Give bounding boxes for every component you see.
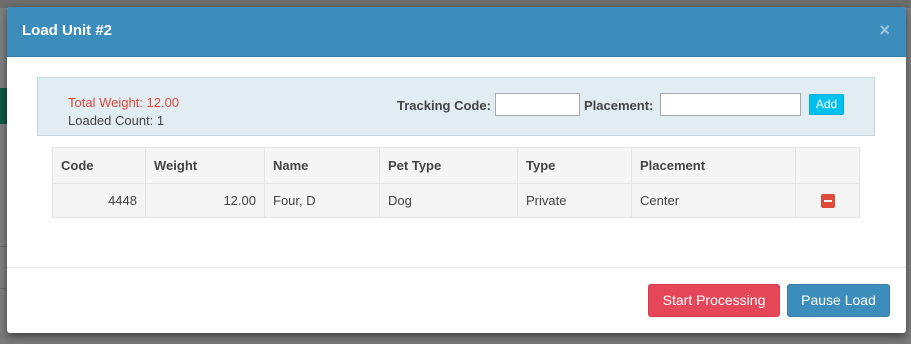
column-header-placement[interactable]: Placement — [631, 147, 796, 184]
total-weight-text: Total Weight: 12.00 — [68, 95, 180, 110]
column-header-code[interactable]: Code — [52, 147, 146, 184]
loaded-count-text: Loaded Count: 1 — [68, 113, 165, 128]
pause-load-button[interactable]: Pause Load — [787, 284, 890, 317]
modal-title: Load Unit #2 — [22, 22, 113, 39]
cell-weight: 12.00 — [145, 183, 265, 218]
column-header-pet-type[interactable]: Pet Type — [379, 147, 518, 184]
modal-header: Load Unit #2 × — [7, 7, 906, 57]
cell-placement: Center — [631, 183, 796, 218]
cell-pet-type: Dog — [379, 183, 518, 218]
cell-action — [795, 183, 860, 218]
column-header-name[interactable]: Name — [264, 147, 380, 184]
placement-label: Placement: — [584, 98, 654, 113]
column-header-weight[interactable]: Weight — [145, 147, 265, 184]
cell-type: Private — [517, 183, 632, 218]
start-processing-button[interactable]: Start Processing — [648, 284, 780, 317]
cell-code: 4448 — [52, 183, 146, 218]
load-info-panel: Total Weight: 12.00 Loaded Count: 1 Trac… — [37, 77, 875, 136]
load-unit-modal: Load Unit #2 × Total Weight: 12.00 Loade… — [7, 7, 906, 333]
remove-icon[interactable] — [820, 194, 835, 209]
close-icon[interactable]: × — [879, 20, 890, 40]
tracking-code-input[interactable] — [495, 93, 580, 116]
table-header-row: Code Weight Name Pet Type Type Placement — [52, 147, 860, 184]
cell-name: Four, D — [264, 183, 380, 218]
backdrop-bottom — [0, 334, 911, 344]
loaded-units-table: Code Weight Name Pet Type Type Placement… — [52, 147, 860, 218]
column-header-actions — [795, 147, 860, 184]
modal-body: Total Weight: 12.00 Loaded Count: 1 Trac… — [7, 57, 906, 267]
table-row: 4448 12.00 Four, D Dog Private Center — [52, 183, 860, 218]
column-header-type[interactable]: Type — [517, 147, 632, 184]
add-button[interactable]: Add — [809, 94, 844, 115]
tracking-code-label: Tracking Code: — [397, 98, 491, 113]
modal-footer: Start Processing Pause Load — [7, 267, 906, 333]
placement-input[interactable] — [660, 93, 801, 116]
